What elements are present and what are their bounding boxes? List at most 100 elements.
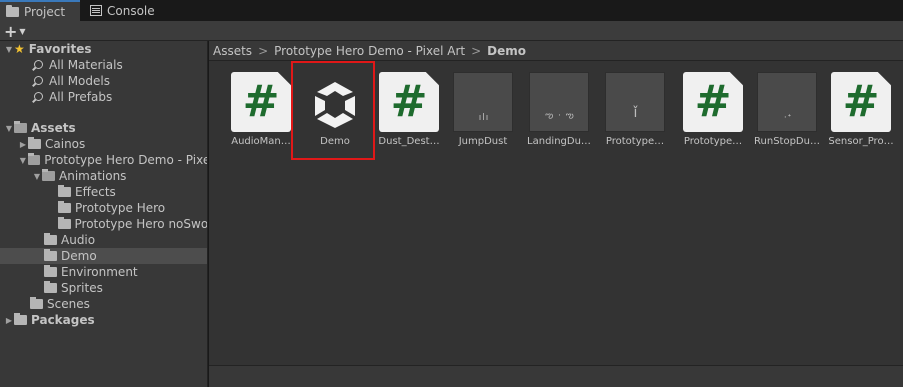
breadcrumb-assets[interactable]: Assets	[213, 44, 252, 58]
favorite-label: All Prefabs	[49, 90, 113, 104]
favorite-label: All Materials	[49, 58, 123, 72]
asset-name: Sensor_Pro…	[828, 136, 894, 147]
tab-project-label: Project	[24, 4, 66, 19]
status-footer	[209, 365, 903, 387]
folder-icon	[58, 201, 71, 213]
asset-item[interactable]: ·ᐩ RunStopDu…	[747, 72, 823, 156]
asset-name: LandingDu…	[527, 136, 591, 147]
tree-favorites[interactable]: ▼ ★ Favorites	[0, 41, 207, 57]
asset-item[interactable]: ılı JumpDust	[443, 72, 519, 156]
tree-prototype-hero[interactable]: Prototype Hero	[0, 200, 207, 216]
chevron-down-icon: ▼	[19, 26, 26, 36]
tree-label: Prototype Hero noSwor	[74, 217, 208, 231]
tree-audio[interactable]: Audio	[0, 232, 207, 248]
favorites-label: Favorites	[28, 42, 92, 56]
csharp-script-icon: #	[831, 72, 891, 132]
tree-label: Environment	[61, 265, 138, 279]
folder-icon	[58, 217, 71, 229]
tab-console-label: Console	[107, 3, 155, 18]
folder-icon	[44, 249, 57, 261]
collapse-arrow-icon[interactable]: ▶	[18, 140, 28, 149]
folder-open-icon	[27, 153, 41, 165]
favorite-all-models[interactable]: All Models	[0, 73, 207, 89]
favorite-label: All Models	[49, 74, 110, 88]
asset-item[interactable]: # AudioMan…	[221, 72, 297, 156]
asset-grid: # AudioMan… Demo # Dust_Dest… ılı JumpDu…	[209, 61, 903, 365]
tree-cainos[interactable]: ▶ Cainos	[0, 136, 207, 152]
expand-arrow-icon[interactable]: ▼	[4, 124, 14, 133]
folder-icon	[6, 4, 19, 17]
star-icon: ★	[14, 42, 25, 56]
create-asset-button[interactable]: + ▼	[4, 21, 34, 41]
folder-icon	[14, 313, 27, 325]
selection-highlight-box	[291, 61, 375, 160]
console-icon	[90, 5, 102, 16]
collapse-arrow-icon[interactable]: ▶	[4, 316, 14, 325]
project-tree[interactable]: ▼ ★ Favorites All Materials All Models A…	[0, 41, 208, 387]
tree-animations[interactable]: ▼ Animations	[0, 168, 207, 184]
tree-label: Prototype Hero	[75, 201, 166, 215]
search-icon	[32, 91, 43, 103]
tree-label: Animations	[59, 169, 127, 183]
csharp-script-icon: #	[231, 72, 291, 132]
breadcrumb-separator: >	[471, 43, 482, 58]
tree-label: Prototype Hero Demo - Pixel	[44, 153, 208, 167]
asset-item[interactable]: # Dust_Dest…	[369, 72, 445, 156]
sprite-thumbnail: ·ᐩ	[757, 72, 817, 132]
tree-effects[interactable]: Effects	[0, 184, 207, 200]
search-icon	[32, 75, 43, 87]
tree-label: Sprites	[61, 281, 103, 295]
asset-name: Prototype…	[683, 136, 743, 147]
asset-name: Prototype…	[605, 136, 665, 147]
folder-icon	[58, 185, 71, 197]
breadcrumb: Assets > Prototype Hero Demo - Pixel Art…	[209, 41, 903, 61]
asset-item[interactable]: ఌ · ఌ LandingDu…	[519, 72, 595, 156]
asset-item[interactable]: # Sensor_Pro…	[821, 72, 897, 156]
tree-assets[interactable]: ▼ Assets	[0, 120, 207, 136]
folder-icon	[44, 233, 57, 245]
asset-item[interactable]: ǐ Prototype…	[595, 72, 671, 156]
folder-open-icon	[14, 121, 27, 133]
folder-icon	[44, 281, 57, 293]
tree-sprites[interactable]: Sprites	[0, 280, 207, 296]
tree-packages[interactable]: ▶ Packages	[0, 312, 207, 328]
tree-label: Cainos	[45, 137, 86, 151]
sprite-thumbnail: ఌ · ఌ	[529, 72, 589, 132]
folder-open-icon	[42, 169, 55, 181]
tree-demo[interactable]: Demo	[0, 248, 207, 264]
tree-prototype-hero-demo[interactable]: ▼ Prototype Hero Demo - Pixel	[0, 152, 208, 168]
tab-console[interactable]: Console	[84, 0, 164, 21]
asset-name: Dust_Dest…	[378, 136, 440, 147]
expand-arrow-icon[interactable]: ▼	[18, 156, 28, 165]
favorite-all-prefabs[interactable]: All Prefabs	[0, 89, 207, 105]
tree-label: Scenes	[47, 297, 90, 311]
breadcrumb-demo[interactable]: Demo	[487, 44, 526, 58]
folder-icon	[28, 137, 41, 149]
asset-name: AudioMan…	[231, 136, 291, 147]
asset-browser: Assets > Prototype Hero Demo - Pixel Art…	[209, 41, 903, 387]
project-toolbar: + ▼	[0, 21, 903, 41]
expand-arrow-icon[interactable]: ▼	[32, 172, 42, 181]
folder-icon	[44, 265, 57, 277]
tab-project[interactable]: Project	[0, 0, 80, 21]
asset-name: JumpDust	[458, 136, 508, 147]
tree-scenes[interactable]: Scenes	[0, 296, 207, 312]
tree-label: Assets	[31, 121, 76, 135]
csharp-script-icon: #	[683, 72, 743, 132]
sprite-thumbnail: ılı	[453, 72, 513, 132]
breadcrumb-separator: >	[258, 43, 269, 58]
tree-prototype-hero-nosword[interactable]: Prototype Hero noSwor	[0, 216, 208, 232]
csharp-script-icon: #	[379, 72, 439, 132]
tree-label: Effects	[75, 185, 116, 199]
breadcrumb-prototype-hero-demo[interactable]: Prototype Hero Demo - Pixel Art	[274, 44, 465, 58]
plus-icon: +	[4, 21, 18, 41]
tree-environment[interactable]: Environment	[0, 264, 207, 280]
asset-item[interactable]: # Prototype…	[673, 72, 749, 156]
tree-label: Packages	[31, 313, 95, 327]
tree-label: Demo	[61, 249, 97, 263]
tree-label: Audio	[61, 233, 96, 247]
expand-arrow-icon[interactable]: ▼	[4, 45, 14, 54]
asset-name: RunStopDu…	[754, 136, 820, 147]
search-icon	[32, 59, 43, 71]
favorite-all-materials[interactable]: All Materials	[0, 57, 207, 73]
